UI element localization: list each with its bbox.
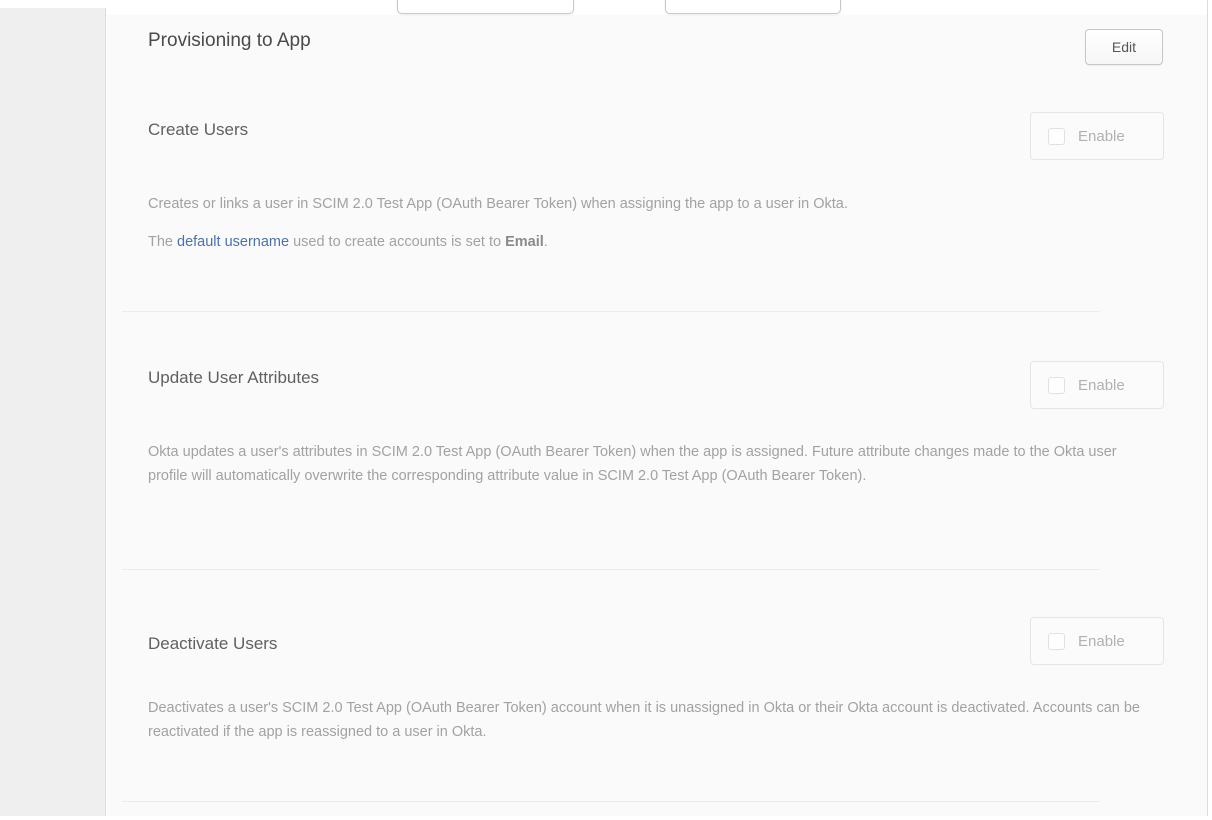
truncated-select-left[interactable]	[397, 0, 574, 14]
create-users-description: Creates or links a user in SCIM 2.0 Test…	[148, 192, 848, 216]
create-users-note: The default username used to create acco…	[148, 230, 548, 254]
deactivate-users-description: Deactivates a user's SCIM 2.0 Test App (…	[148, 696, 1156, 744]
enable-label: Enable	[1078, 377, 1125, 394]
enable-checkbox[interactable]	[1048, 128, 1065, 145]
enable-checkbox[interactable]	[1048, 633, 1065, 650]
default-username-link[interactable]: default username	[177, 234, 289, 250]
left-sidebar	[0, 8, 106, 816]
update-user-attributes-description: Okta updates a user's attributes in SCIM…	[148, 440, 1156, 488]
section-divider	[122, 569, 1100, 570]
truncated-select-right[interactable]	[665, 0, 841, 14]
note-value: Email	[505, 234, 544, 250]
enable-label: Enable	[1078, 128, 1125, 145]
note-middle: used to create accounts is set to	[289, 234, 505, 250]
enable-button-deactivate-users[interactable]: Enable	[1030, 617, 1164, 665]
note-prefix: The	[148, 234, 177, 250]
section-title-update-user-attributes: Update User Attributes	[148, 368, 319, 388]
enable-label: Enable	[1078, 633, 1125, 650]
enable-button-create-users[interactable]: Enable	[1030, 112, 1164, 160]
edit-button[interactable]: Edit	[1085, 29, 1163, 65]
top-band	[107, 0, 1207, 15]
section-title-create-users: Create Users	[148, 120, 248, 140]
note-suffix: .	[544, 234, 548, 250]
section-title-deactivate-users: Deactivate Users	[148, 634, 277, 654]
enable-button-update-user-attributes[interactable]: Enable	[1030, 361, 1164, 409]
section-divider	[122, 801, 1100, 802]
page-title: Provisioning to App	[148, 30, 311, 52]
provisioning-panel: Provisioning to App Edit Create Users En…	[107, 0, 1208, 816]
section-divider	[122, 311, 1100, 312]
provisioning-page: Provisioning to App Edit Create Users En…	[0, 0, 1212, 820]
enable-checkbox[interactable]	[1048, 377, 1065, 394]
